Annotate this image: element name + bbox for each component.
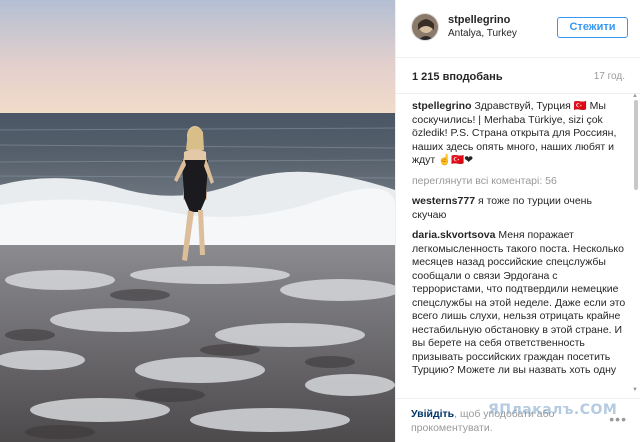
post-sidebar: stpellegrino Antalya, Turkey Стежити 1 2… (395, 0, 640, 442)
caption-comment: stpellegrino Здравствуй, Турция 🇹🇷 Мы со… (412, 100, 626, 168)
avatar[interactable] (411, 13, 439, 41)
likes-count[interactable]: 1 215 вподобань (412, 71, 503, 83)
login-link[interactable]: Увійдіть (411, 408, 454, 420)
comment-author[interactable]: westerns777 (412, 195, 475, 207)
post-meta: 1 215 вподобань 17 год. (396, 58, 640, 94)
avatar-icon (412, 14, 438, 40)
location-link[interactable]: Antalya, Turkey (448, 28, 517, 39)
post-photo[interactable] (0, 0, 395, 442)
comment-author[interactable]: daria.skvortsova (412, 229, 495, 241)
scrollbar-thumb[interactable] (634, 100, 638, 190)
comment-text: Меня поражает легкомысленность такого по… (412, 229, 626, 376)
watermark: ЯПлакалъ.COM (488, 402, 618, 418)
comment-author[interactable]: stpellegrino (412, 100, 472, 112)
beach-photo (0, 0, 395, 442)
post-header: stpellegrino Antalya, Turkey Стежити (396, 0, 640, 58)
follow-button[interactable]: Стежити (557, 17, 628, 38)
view-all-comments-link[interactable]: переглянути всі коментарі: 56 (412, 175, 626, 189)
username-link[interactable]: stpellegrino (448, 14, 510, 26)
scroll-down-icon[interactable]: ▼ (632, 387, 638, 393)
scroll-up-icon[interactable]: ▲ (632, 93, 638, 99)
post-time[interactable]: 17 год. (594, 71, 625, 82)
list-item: daria.skvortsova Меня поражает легкомысл… (412, 229, 626, 378)
list-item: westerns777 я тоже по турции очень скуча… (412, 195, 626, 222)
comments-list: stpellegrino Здравствуй, Турция 🇹🇷 Мы со… (412, 100, 626, 385)
